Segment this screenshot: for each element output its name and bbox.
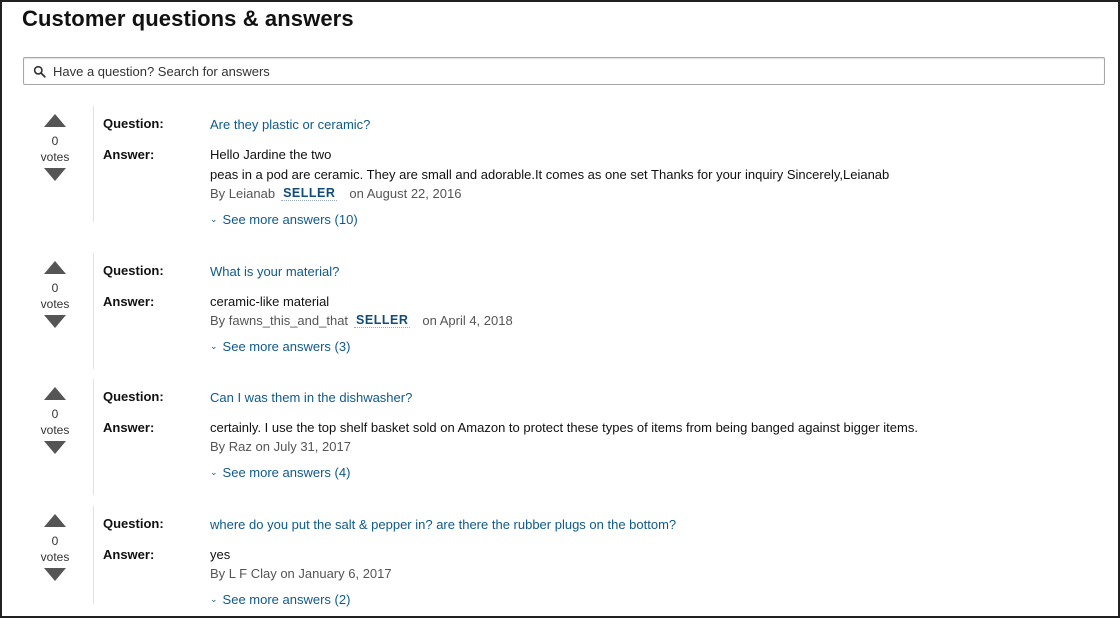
answer-author: By fawns_this_and_that — [210, 313, 349, 328]
upvote-arrow-icon[interactable] — [44, 387, 66, 400]
qa-panel: Customer questions & answers 0 votes Que… — [0, 0, 1120, 618]
vote-widget: 0 votes — [30, 114, 80, 181]
vote-widget: 0 votes — [30, 514, 80, 581]
answer-line: certainly. I use the top shelf basket so… — [210, 420, 918, 435]
votes-label: votes — [40, 550, 70, 564]
question-label: Question: — [103, 263, 164, 278]
question-link[interactable]: What is your material? — [210, 264, 339, 279]
question-link[interactable]: Can I was them in the dishwasher? — [210, 390, 412, 405]
answer-line: peas in a pod are ceramic. They are smal… — [210, 167, 890, 182]
vote-count: 0 — [51, 281, 59, 295]
answer-line: ceramic-like material — [210, 294, 330, 309]
question-label: Question: — [103, 516, 164, 531]
downvote-arrow-icon[interactable] — [44, 441, 66, 454]
upvote-arrow-icon[interactable] — [44, 514, 66, 527]
votes-label: votes — [40, 423, 70, 437]
chevron-down-icon: ⌄ — [210, 467, 218, 477]
qa-item: 0 votes Question: What is your material?… — [2, 253, 1118, 381]
downvote-arrow-icon[interactable] — [44, 168, 66, 181]
answer-label: Answer: — [103, 547, 155, 562]
upvote-arrow-icon[interactable] — [44, 114, 66, 127]
answer-line: yes — [210, 547, 231, 562]
see-more-answers-label: See more answers (10) — [222, 212, 358, 227]
divider — [93, 506, 94, 604]
question-link[interactable]: where do you put the salt & pepper in? a… — [210, 517, 676, 532]
vote-widget: 0 votes — [30, 387, 80, 454]
question-label: Question: — [103, 389, 164, 404]
see-more-answers-link[interactable]: ⌄ See more answers (4) — [210, 465, 350, 480]
vote-count: 0 — [51, 407, 59, 421]
downvote-arrow-icon[interactable] — [44, 315, 66, 328]
chevron-down-icon: ⌄ — [210, 594, 218, 604]
answer-label: Answer: — [103, 420, 155, 435]
answer-byline: By fawns_this_and_that SELLER on April 4… — [210, 313, 513, 328]
divider — [93, 379, 94, 495]
section-title: Customer questions & answers — [22, 6, 354, 31]
seller-badge: SELLER — [354, 313, 411, 328]
answer-author: By Leianab — [210, 186, 276, 201]
see-more-answers-link[interactable]: ⌄ See more answers (3) — [210, 339, 350, 354]
answer-date: on April 4, 2018 — [422, 313, 513, 328]
see-more-answers-label: See more answers (4) — [222, 465, 351, 480]
see-more-answers-label: See more answers (2) — [222, 592, 351, 607]
see-more-answers-link[interactable]: ⌄ See more answers (10) — [210, 212, 358, 227]
divider — [93, 253, 94, 369]
see-more-answers-label: See more answers (3) — [222, 339, 351, 354]
see-more-answers-link[interactable]: ⌄ See more answers (2) — [210, 592, 350, 607]
chevron-down-icon: ⌄ — [210, 214, 218, 224]
chevron-down-icon: ⌄ — [210, 341, 218, 351]
search-input[interactable] — [53, 63, 1053, 79]
answer-byline: By L F Clay on January 6, 2017 — [210, 566, 392, 581]
votes-label: votes — [40, 150, 70, 164]
question-label: Question: — [103, 116, 164, 131]
answer-date: on August 22, 2016 — [349, 186, 462, 201]
answer-label: Answer: — [103, 147, 155, 162]
question-link[interactable]: Are they plastic or ceramic? — [210, 117, 370, 132]
votes-label: votes — [40, 297, 70, 311]
answer-byline: By Raz on July 31, 2017 — [210, 439, 351, 454]
qa-item: 0 votes Question: Are they plastic or ce… — [2, 106, 1118, 234]
vote-count: 0 — [51, 534, 59, 548]
divider — [93, 106, 94, 222]
upvote-arrow-icon[interactable] — [44, 261, 66, 274]
answer-byline: By Leianab SELLER on August 22, 2016 — [210, 186, 461, 201]
seller-badge: SELLER — [281, 186, 338, 201]
search-icon — [33, 65, 46, 78]
qa-item: 0 votes Question: where do you put the s… — [2, 506, 1118, 634]
qa-search-box[interactable] — [23, 57, 1105, 85]
answer-line: Hello Jardine the two — [210, 147, 332, 162]
vote-widget: 0 votes — [30, 261, 80, 328]
qa-item: 0 votes Question: Can I was them in the … — [2, 379, 1118, 507]
vote-count: 0 — [51, 134, 59, 148]
downvote-arrow-icon[interactable] — [44, 568, 66, 581]
answer-label: Answer: — [103, 294, 155, 309]
